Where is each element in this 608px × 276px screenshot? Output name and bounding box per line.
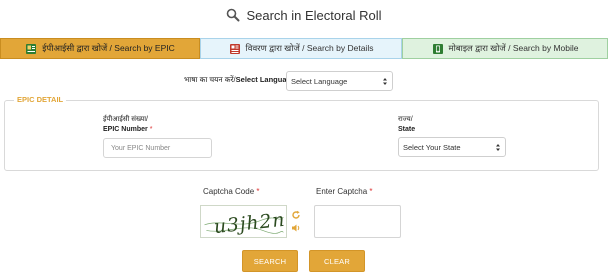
epic-number-input[interactable]: Your EPIC Number (103, 138, 212, 158)
state-select-value: Select Your State (403, 142, 461, 152)
details-form-icon (229, 43, 240, 54)
tab-label: मोबाइल द्वारा खोजें / Search by Mobile (448, 43, 579, 53)
search-icon (226, 8, 240, 22)
select-arrows-icon (383, 78, 387, 85)
page-title: Search in Electoral Roll (246, 7, 382, 23)
audio-captcha-icon[interactable] (291, 223, 301, 233)
page-header: Search in Electoral Roll (0, 6, 608, 24)
language-row: भाषा का चयन करें/Select Language Select … (0, 70, 608, 92)
tab-search-by-epic[interactable]: ईपीआईसी द्वारा खोजें / Search by EPIC (0, 38, 200, 59)
language-select-value: Select Language (291, 76, 348, 86)
tab-search-by-mobile[interactable]: मोबाइल द्वारा खोजें / Search by Mobile (402, 38, 608, 59)
search-tabs: ईपीआईसी द्वारा खोजें / Search by EPIC वि… (0, 38, 608, 59)
language-select[interactable]: Select Language (286, 71, 393, 91)
tab-label: विवरण द्वारा खोजें / Search by Details (245, 43, 374, 53)
select-arrows-icon (496, 144, 500, 151)
epic-number-placeholder: Your EPIC Number (111, 144, 171, 152)
mobile-icon (432, 43, 443, 54)
enter-captcha-label: Enter Captcha * (316, 187, 373, 196)
language-label: भाषा का चयन करें/Select Language (184, 75, 296, 84)
epic-detail-section: EPIC DETAIL ईपीआईसी संख्या/ EPIC Number … (4, 95, 599, 171)
clear-button[interactable]: CLEAR (309, 250, 365, 272)
state-label: राज्य/ State (398, 116, 416, 133)
state-select[interactable]: Select Your State (398, 137, 506, 157)
section-legend: EPIC DETAIL (14, 95, 67, 104)
epic-number-label: ईपीआईसी संख्या/ EPIC Number * (103, 116, 153, 133)
captcha-text: u3jh2n (213, 210, 286, 237)
refresh-captcha-icon[interactable] (291, 210, 301, 220)
tab-label: ईपीआईसी द्वारा खोजें / Search by EPIC (42, 43, 175, 53)
captcha-input[interactable] (314, 205, 401, 238)
id-card-icon (26, 43, 37, 54)
tab-search-by-details[interactable]: विवरण द्वारा खोजें / Search by Details (200, 38, 402, 59)
captcha-image: u3jh2n (200, 205, 287, 238)
captcha-code-label: Captcha Code * (203, 187, 260, 196)
search-button[interactable]: SEARCH (242, 250, 298, 272)
